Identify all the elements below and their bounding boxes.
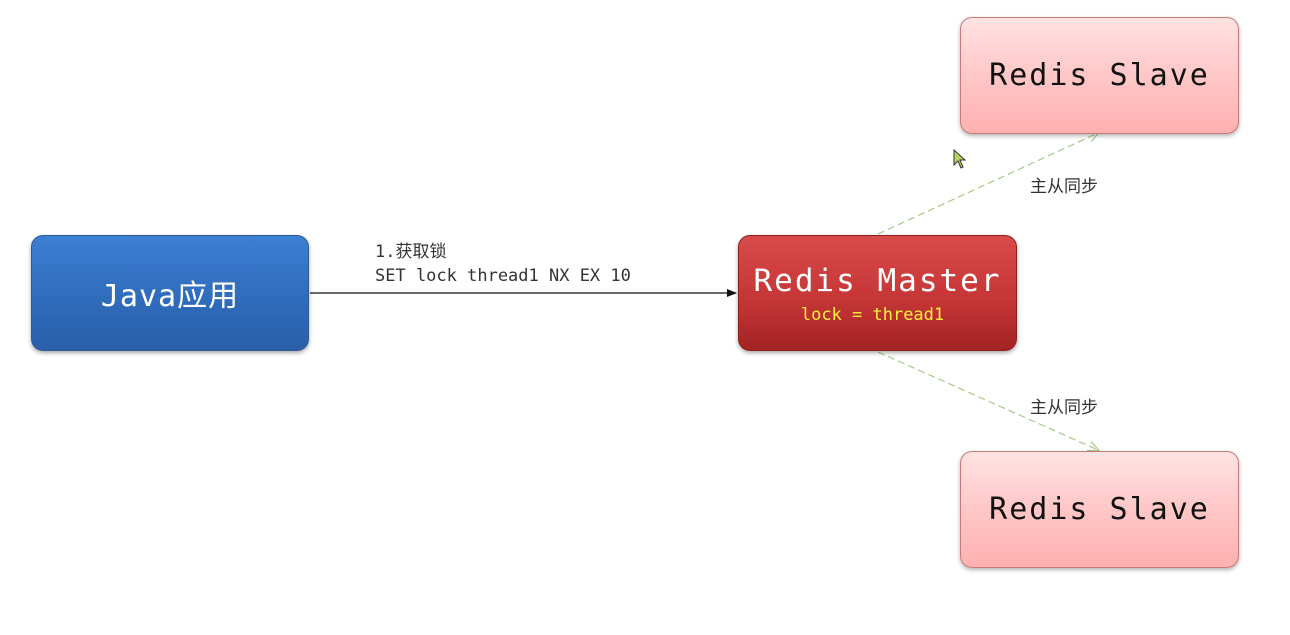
redis-master-node: Redis Master lock = thread1 (738, 235, 1017, 351)
redis-slave-top-node: Redis Slave (960, 17, 1239, 134)
sync-label-top: 主从同步 (1030, 177, 1098, 197)
redis-master-title: Redis Master (753, 263, 1002, 299)
mouse-pointer-icon (953, 149, 967, 169)
sync-label-bottom: 主从同步 (1030, 398, 1098, 418)
redis-slave-top-title: Redis Slave (989, 58, 1210, 93)
acquire-lock-command-label: SET lock thread1 NX EX 10 (375, 266, 631, 286)
redis-master-lock-value: lock = thread1 (800, 305, 945, 325)
acquire-lock-step-label: 1.获取锁 (375, 242, 447, 262)
java-app-node: Java应用 (31, 235, 309, 351)
java-app-title: Java应用 (100, 279, 240, 314)
redis-slave-bottom-title: Redis Slave (989, 492, 1210, 527)
redis-slave-bottom-node: Redis Slave (960, 451, 1239, 568)
diagram-canvas: Java应用 Redis Master lock = thread1 Redis… (0, 0, 1290, 635)
